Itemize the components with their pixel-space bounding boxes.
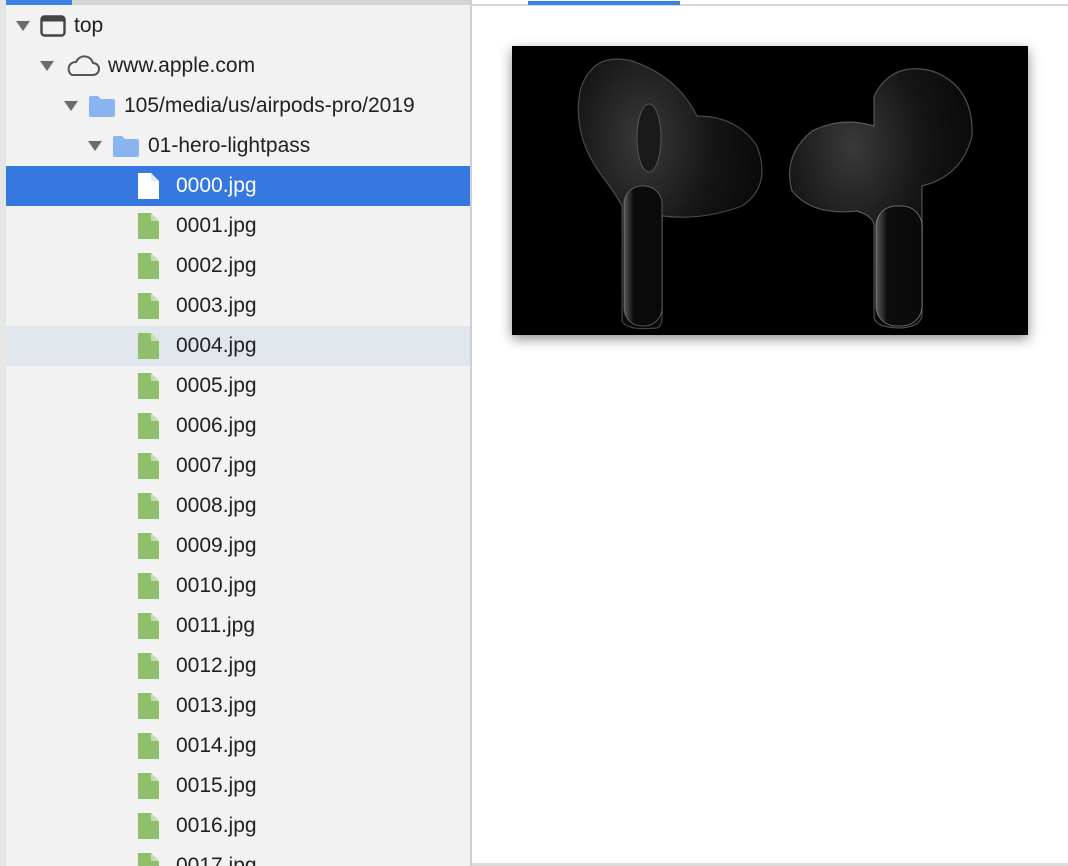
image-file-icon bbox=[136, 812, 160, 840]
tree-item-label: top bbox=[74, 14, 104, 37]
tree-item-frame-top[interactable]: top bbox=[6, 6, 470, 46]
preview-tab-strip bbox=[472, 1, 1068, 6]
image-preview-pane bbox=[472, 0, 1068, 866]
tree-item-label: 0016.jpg bbox=[176, 814, 257, 837]
expand-arrow-icon[interactable] bbox=[40, 61, 54, 71]
tree-item-label: 0007.jpg bbox=[176, 454, 257, 477]
tree-item-label: 0014.jpg bbox=[176, 734, 257, 757]
image-file-icon bbox=[136, 612, 160, 640]
tree-item-label: 0001.jpg bbox=[176, 214, 257, 237]
tree-item-label: 0015.jpg bbox=[176, 774, 257, 797]
expand-arrow-icon[interactable] bbox=[64, 101, 78, 111]
tree-item-file[interactable]: 0002.jpg bbox=[6, 246, 470, 286]
tree-item-file[interactable]: 0003.jpg bbox=[6, 286, 470, 326]
tree-item-file[interactable]: 0009.jpg bbox=[6, 526, 470, 566]
tree-item-file[interactable]: 0001.jpg bbox=[6, 206, 470, 246]
tree-item-label: 0004.jpg bbox=[176, 334, 257, 357]
resource-tree-sidebar: top www.apple.com 105/media/us/airpods-p… bbox=[6, 0, 470, 866]
image-file-icon bbox=[136, 372, 160, 400]
tree-item-file[interactable]: 0013.jpg bbox=[6, 686, 470, 726]
expand-arrow-icon[interactable] bbox=[88, 141, 102, 151]
image-file-icon bbox=[136, 732, 160, 760]
tree-item-label: www.apple.com bbox=[108, 54, 256, 77]
tree-item-file[interactable]: 0015.jpg bbox=[6, 766, 470, 806]
image-file-icon bbox=[136, 532, 160, 560]
expand-arrow-icon[interactable] bbox=[16, 21, 30, 31]
window-frame-icon bbox=[40, 15, 66, 37]
tree-item-file[interactable]: 0012.jpg bbox=[6, 646, 470, 686]
tree-item-label: 0008.jpg bbox=[176, 494, 257, 517]
resource-tree: top www.apple.com 105/media/us/airpods-p… bbox=[6, 6, 470, 866]
tree-item-label: 0006.jpg bbox=[176, 414, 257, 437]
tree-item-label: 0011.jpg bbox=[176, 614, 256, 637]
image-file-icon bbox=[136, 852, 160, 866]
sidebar-tab-indicator bbox=[6, 0, 72, 5]
tree-item-folder-airpods-pro[interactable]: 105/media/us/airpods-pro/2019 bbox=[6, 86, 470, 126]
image-file-icon bbox=[136, 692, 160, 720]
image-file-icon bbox=[136, 492, 160, 520]
tree-item-file[interactable]: 0004.jpg bbox=[6, 326, 470, 366]
tree-item-label: 105/media/us/airpods-pro/2019 bbox=[124, 94, 415, 117]
folder-icon bbox=[112, 134, 140, 158]
image-file-icon bbox=[136, 292, 160, 320]
tree-item-label: 0009.jpg bbox=[176, 534, 257, 557]
tree-item-file[interactable]: 0017.jpg bbox=[6, 846, 470, 866]
tree-item-label: 0010.jpg bbox=[176, 574, 257, 597]
tree-item-file[interactable]: 0006.jpg bbox=[6, 406, 470, 446]
tree-item-label: 0005.jpg bbox=[176, 374, 257, 397]
folder-icon bbox=[88, 94, 116, 118]
tree-item-label: 0012.jpg bbox=[176, 654, 257, 677]
tree-item-label: 0017.jpg bbox=[176, 854, 257, 866]
image-file-icon bbox=[136, 172, 160, 200]
tree-item-file[interactable]: 0007.jpg bbox=[6, 446, 470, 486]
tree-item-label: 0000.jpg bbox=[176, 174, 257, 197]
tree-item-label: 01-hero-lightpass bbox=[148, 134, 311, 157]
sidebar-tab-strip bbox=[6, 0, 470, 5]
tree-item-file[interactable]: 0000.jpg bbox=[6, 166, 470, 206]
cloud-icon bbox=[64, 55, 100, 77]
file-list: 0000.jpg 0001.jpg 0002.jpg 0003.jpg 0004.jpg… bbox=[6, 166, 470, 866]
tree-item-file[interactable]: 0014.jpg bbox=[6, 726, 470, 766]
image-file-icon bbox=[136, 332, 160, 360]
image-file-icon bbox=[136, 412, 160, 440]
tree-item-file[interactable]: 0016.jpg bbox=[6, 806, 470, 846]
image-file-icon bbox=[136, 572, 160, 600]
image-file-icon bbox=[136, 212, 160, 240]
image-file-icon bbox=[136, 652, 160, 680]
tree-item-origin[interactable]: www.apple.com bbox=[6, 46, 470, 86]
tree-item-file[interactable]: 0008.jpg bbox=[6, 486, 470, 526]
tree-item-label: 0013.jpg bbox=[176, 694, 257, 717]
tree-item-file[interactable]: 0011.jpg bbox=[6, 606, 470, 646]
tree-item-file[interactable]: 0010.jpg bbox=[6, 566, 470, 606]
tree-item-file[interactable]: 0005.jpg bbox=[6, 366, 470, 406]
tree-item-folder-hero-lightpass[interactable]: 01-hero-lightpass bbox=[6, 126, 470, 166]
tree-item-label: 0002.jpg bbox=[176, 254, 257, 277]
image-file-icon bbox=[136, 772, 160, 800]
preview-tab-indicator bbox=[528, 1, 680, 5]
image-file-icon bbox=[136, 452, 160, 480]
tree-item-label: 0003.jpg bbox=[176, 294, 257, 317]
airpods-pro-image bbox=[512, 46, 1028, 335]
image-file-icon bbox=[136, 252, 160, 280]
